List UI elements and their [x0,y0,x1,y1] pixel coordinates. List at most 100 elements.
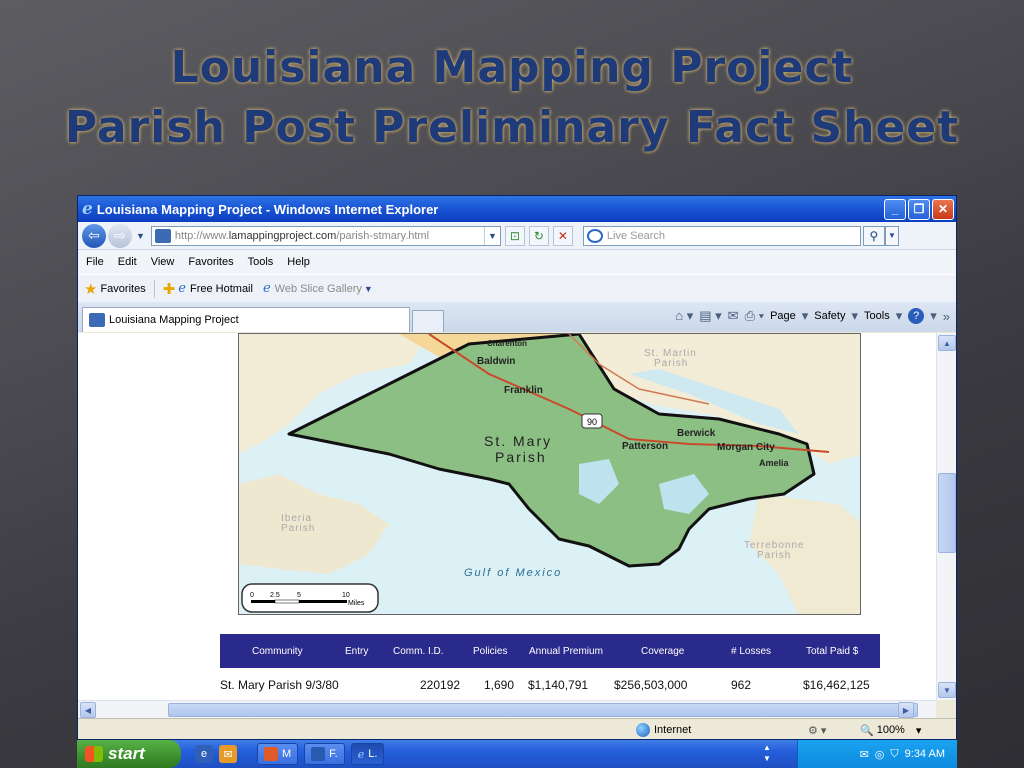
scale-tick-0: 0 [250,592,254,599]
horizontal-scrollbar[interactable]: ◀ ▶ [78,700,936,718]
parish-map: 90 Charenton Baldwin Franklin Berwick Pa… [238,333,861,615]
slide-title-line-2: Parish Post Preliminary Fact Sheet [64,102,960,153]
cell-annual-premium: $1,140,791 [528,678,589,692]
search-options-icon[interactable]: ▼ [884,225,899,246]
menu-edit[interactable]: Edit [118,256,137,268]
map-label-amelia: Amelia [759,458,790,468]
safety-dropdown-icon[interactable]: ▾ [851,308,858,324]
refresh-icon[interactable]: ↻ [528,225,549,246]
zoom-dropdown-icon[interactable]: ▾ [916,724,922,737]
restore-button[interactable]: ❐ [908,198,930,220]
minimize-button[interactable]: _ [884,198,906,220]
home-icon[interactable]: ⌂ ▾ [675,308,693,324]
task-mail-label: M [282,748,292,760]
protected-mode-icon[interactable]: ⚙ ▾ [808,724,826,737]
map-label-terrebonne-parish: Parish [757,550,791,561]
stop-icon[interactable]: ✕ [552,225,573,246]
menu-help[interactable]: Help [287,256,310,268]
tray-mail-icon[interactable]: ✉ [860,748,869,761]
slide-title-line-1: Louisiana Mapping Project [170,42,854,93]
browser-window: e Louisiana Mapping Project - Windows In… [77,195,957,740]
menu-bar: File Edit View Favorites Tools Help [78,250,956,274]
task-mail[interactable]: M [257,743,299,765]
vertical-scroll-thumb[interactable] [938,473,956,553]
col-community: Community [252,645,303,657]
tab-bar: Louisiana Mapping Project ⌂ ▾ ▤ ▾ ✉ ⎙ ▾ … [78,302,956,332]
search-icon[interactable]: ⚲ [862,225,885,246]
start-button[interactable]: start [77,740,181,768]
address-prefix: http://www. [174,229,229,242]
feeds-icon[interactable]: ▤ ▾ [699,308,721,324]
forward-button[interactable]: ⇨ [108,223,132,248]
close-button[interactable]: ✕ [932,198,954,220]
col-policies: Policies [473,645,508,657]
map-label-berwick: Berwick [677,428,716,439]
address-toolbar: ⇦ ⇨ ▼ http://www. lamappingproject.com /… [78,222,956,250]
tools-menu[interactable]: Tools [864,310,890,322]
quick-launch: e ✉ [195,745,237,763]
favorites-bar: ★ Favorites ✚ e Free Hotmail e Web Slice… [78,274,956,302]
tray-security-icon[interactable]: ⛉ [890,748,898,761]
task-f[interactable]: F. [304,743,345,765]
history-dropdown-icon[interactable]: ▼ [136,231,145,241]
scroll-up-icon[interactable]: ▲ [938,335,956,351]
free-hotmail-link[interactable]: Free Hotmail [190,283,253,295]
col-annual-premium: Annual Premium [529,645,603,657]
scroll-right-icon[interactable]: ▶ [898,702,914,718]
scale-tick-1: 2.5 [270,592,280,599]
add-favorite-icon[interactable]: ✚ [163,280,176,298]
scroll-left-icon[interactable]: ◀ [80,702,96,718]
zoom-level[interactable]: 100% [877,724,905,736]
search-input[interactable]: Live Search [582,225,861,246]
cell-total-paid: $16,462,125 [803,678,870,692]
horizontal-scroll-thumb[interactable] [168,703,918,717]
vertical-scrollbar[interactable]: ▲ ▼ [936,333,956,700]
clock[interactable]: 9:34 AM [905,748,945,760]
ie-logo-icon: e [82,199,93,219]
table-header: Community Entry Comm. I.D. Policies Annu… [220,634,880,668]
menu-view[interactable]: View [151,256,175,268]
ie-quicklaunch-icon[interactable]: e [195,745,213,763]
taskbar-scroll[interactable]: ▲ ▼ [763,742,777,766]
map-label-morgan-city: Morgan City [717,442,775,453]
print-icon[interactable]: ⎙ ▾ [745,308,764,324]
col-entry: Entry [345,645,369,657]
page-menu[interactable]: Page [770,310,796,322]
map-label-st-mary-parish: Parish [495,449,547,465]
system-tray: ✉ ◎ ⛉ 9:34 AM [797,740,957,768]
col-comm-id: Comm. I.D. [393,645,444,657]
windows-logo-icon [85,746,103,762]
mail-icon[interactable]: ✉ [728,308,739,324]
col-losses: # Losses [731,645,772,657]
scale-tick-3: 10 [342,592,350,599]
menu-file[interactable]: File [86,256,104,268]
help-icon[interactable]: ? [908,308,925,324]
web-slice-gallery-link[interactable]: Web Slice Gallery [275,283,362,295]
outlook-quicklaunch-icon[interactable]: ✉ [219,745,237,763]
task-ie[interactable]: e L. [350,743,385,765]
scale-tick-2: 5 [297,592,301,599]
window-titlebar[interactable]: e Louisiana Mapping Project - Windows In… [78,196,956,222]
live-search-icon [586,228,603,243]
address-dropdown-icon[interactable]: ▼ [483,226,500,245]
address-field[interactable]: http://www. lamappingproject.com /parish… [150,225,501,246]
tab-louisiana-mapping-project[interactable]: Louisiana Mapping Project [82,307,410,332]
help-dropdown-icon[interactable]: ▾ [930,308,937,324]
compatibility-view-icon[interactable]: ⊡ [504,225,525,246]
tray-network-icon[interactable]: ◎ [875,748,885,761]
tab-label: Louisiana Mapping Project [109,314,239,326]
back-button[interactable]: ⇦ [82,223,106,248]
web-slice-dropdown-icon[interactable]: ▼ [364,284,373,294]
menu-favorites[interactable]: Favorites [188,256,233,268]
menu-tools[interactable]: Tools [248,256,274,268]
scroll-down-icon[interactable]: ▼ [938,682,956,698]
page-icon [154,228,171,243]
tools-dropdown-icon[interactable]: ▾ [896,308,903,324]
safety-menu[interactable]: Safety [814,310,845,322]
start-label: start [108,744,145,763]
map-label-st-martin-parish: Parish [654,358,688,369]
favorites-button[interactable]: Favorites [100,283,145,295]
new-tab-button[interactable] [412,310,444,332]
page-dropdown-icon[interactable]: ▾ [802,308,809,324]
chevron-more-icon[interactable]: » [943,309,950,324]
